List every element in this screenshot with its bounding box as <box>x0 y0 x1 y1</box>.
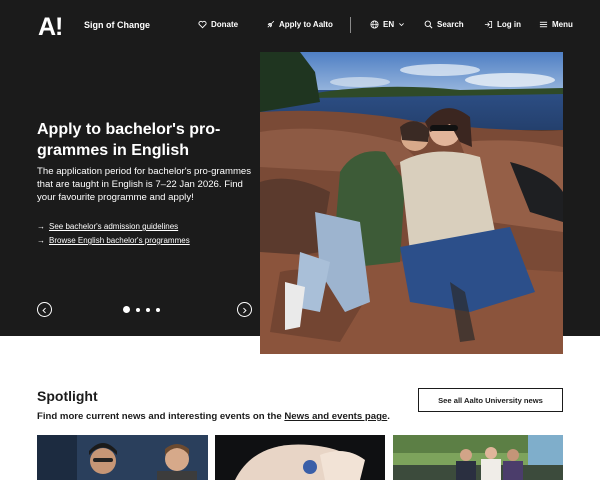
news-card-image <box>393 435 563 480</box>
carousel-next-button[interactable] <box>237 302 252 317</box>
site-header: A! Sign of Change Donate Apply to Aalto … <box>0 0 600 52</box>
hero-title: Apply to bachelor's pro-grammes in Engli… <box>37 121 221 159</box>
news-card-image <box>37 435 208 480</box>
language-selector[interactable]: EN <box>370 20 405 29</box>
login-icon <box>484 20 493 29</box>
hero-photo <box>260 52 563 354</box>
heart-icon <box>198 20 207 29</box>
news-card-image <box>215 435 385 480</box>
spotlight-description-suffix: . <box>387 411 390 422</box>
news-card[interactable] <box>37 435 208 480</box>
carousel-dot[interactable] <box>123 306 130 313</box>
news-card[interactable] <box>215 435 385 480</box>
chevron-right-icon <box>241 301 248 319</box>
login-label: Log in <box>497 20 521 29</box>
search-label: Search <box>437 20 464 29</box>
see-all-news-button[interactable]: See all Aalto University news <box>418 388 563 412</box>
language-label: EN <box>383 20 395 29</box>
search-icon <box>424 20 433 29</box>
chevron-down-icon <box>398 21 405 28</box>
news-events-link[interactable]: News and events page <box>284 411 387 422</box>
rocket-icon <box>266 20 275 29</box>
carousel-prev-button[interactable] <box>37 302 52 317</box>
carousel-dot[interactable] <box>136 307 140 312</box>
spotlight-title: Spotlight <box>37 388 98 404</box>
spotlight-description: Find more current news and interesting e… <box>37 411 390 422</box>
nav-divider <box>350 17 351 33</box>
arrow-right-icon: → <box>37 235 45 245</box>
news-card[interactable] <box>393 435 563 480</box>
login-button[interactable]: Log in <box>484 20 521 29</box>
apply-link[interactable]: Apply to Aalto <box>266 20 333 29</box>
menu-label: Menu <box>552 20 573 29</box>
hero-description: The application period for bachelor's pr… <box>37 166 252 203</box>
browse-programmes-label: Browse English bachelor's programmes <box>49 236 190 245</box>
hero-carousel: Apply to bachelor's pro-grammes in Engli… <box>0 52 600 354</box>
carousel-dot[interactable] <box>156 307 160 312</box>
chevron-left-icon <box>41 301 48 319</box>
carousel-dot[interactable] <box>146 307 150 312</box>
hamburger-icon <box>539 20 548 29</box>
admission-guidelines-link[interactable]: → See bachelor's admission guidelines <box>37 222 178 231</box>
donate-link[interactable]: Donate <box>198 20 238 29</box>
globe-icon <box>370 20 379 29</box>
logo-tagline[interactable]: Sign of Change <box>84 20 150 30</box>
apply-label: Apply to Aalto <box>279 20 333 29</box>
browse-programmes-link[interactable]: → Browse English bachelor's programmes <box>37 236 190 245</box>
search-button[interactable]: Search <box>424 20 464 29</box>
aalto-logo[interactable]: A! <box>38 15 63 40</box>
admission-guidelines-label: See bachelor's admission guidelines <box>49 222 179 231</box>
menu-button[interactable]: Menu <box>539 20 573 29</box>
arrow-right-icon: → <box>37 221 45 231</box>
carousel-dots <box>123 306 160 313</box>
spotlight-description-text: Find more current news and interesting e… <box>37 411 285 422</box>
donate-label: Donate <box>211 20 239 29</box>
